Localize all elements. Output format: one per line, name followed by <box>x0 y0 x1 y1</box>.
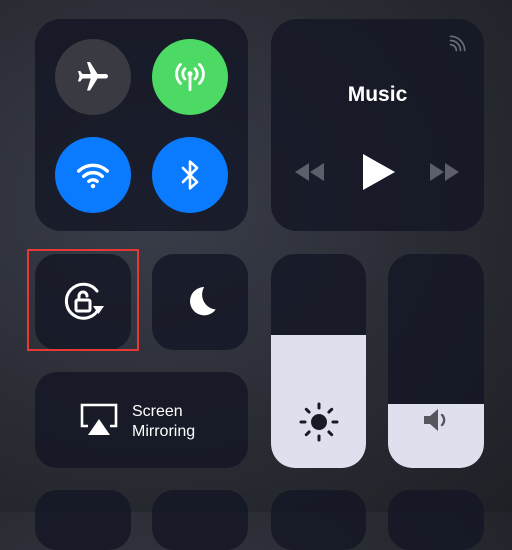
bottom-tile-4[interactable] <box>388 490 484 550</box>
rewind-icon[interactable] <box>291 160 327 184</box>
brightness-slider[interactable] <box>271 254 366 468</box>
sun-icon <box>299 402 339 442</box>
bottom-tile-1[interactable] <box>35 490 131 550</box>
screen-mirroring-label: Screen Mirroring <box>132 402 195 442</box>
play-icon[interactable] <box>359 152 399 192</box>
bluetooth-button[interactable] <box>152 137 228 213</box>
airplay-audio-icon[interactable] <box>448 33 468 53</box>
cellular-data-button[interactable] <box>152 39 228 115</box>
do-not-disturb-button[interactable] <box>152 254 248 350</box>
airplay-icon <box>80 403 118 435</box>
connectivity-tile <box>35 19 248 231</box>
moon-icon <box>190 287 216 316</box>
fast-forward-icon[interactable] <box>427 160 463 184</box>
airplane-icon <box>78 62 108 91</box>
airplane-mode-button[interactable] <box>55 39 131 115</box>
music-tile[interactable]: Music <box>271 19 484 231</box>
cellular-antenna-icon <box>175 62 205 92</box>
music-title: Music <box>347 83 408 106</box>
volume-slider[interactable] <box>388 254 484 468</box>
orientation-lock-highlight <box>27 249 139 351</box>
screen-mirroring-line1: Screen <box>132 403 183 420</box>
bottom-tile-3[interactable] <box>271 490 366 550</box>
screen-mirroring-line2: Mirroring <box>132 423 196 440</box>
bottom-tile-2[interactable] <box>152 490 248 550</box>
wifi-icon <box>77 163 109 189</box>
bluetooth-icon <box>181 160 199 190</box>
speaker-icon <box>424 409 446 431</box>
wifi-button[interactable] <box>55 137 131 213</box>
